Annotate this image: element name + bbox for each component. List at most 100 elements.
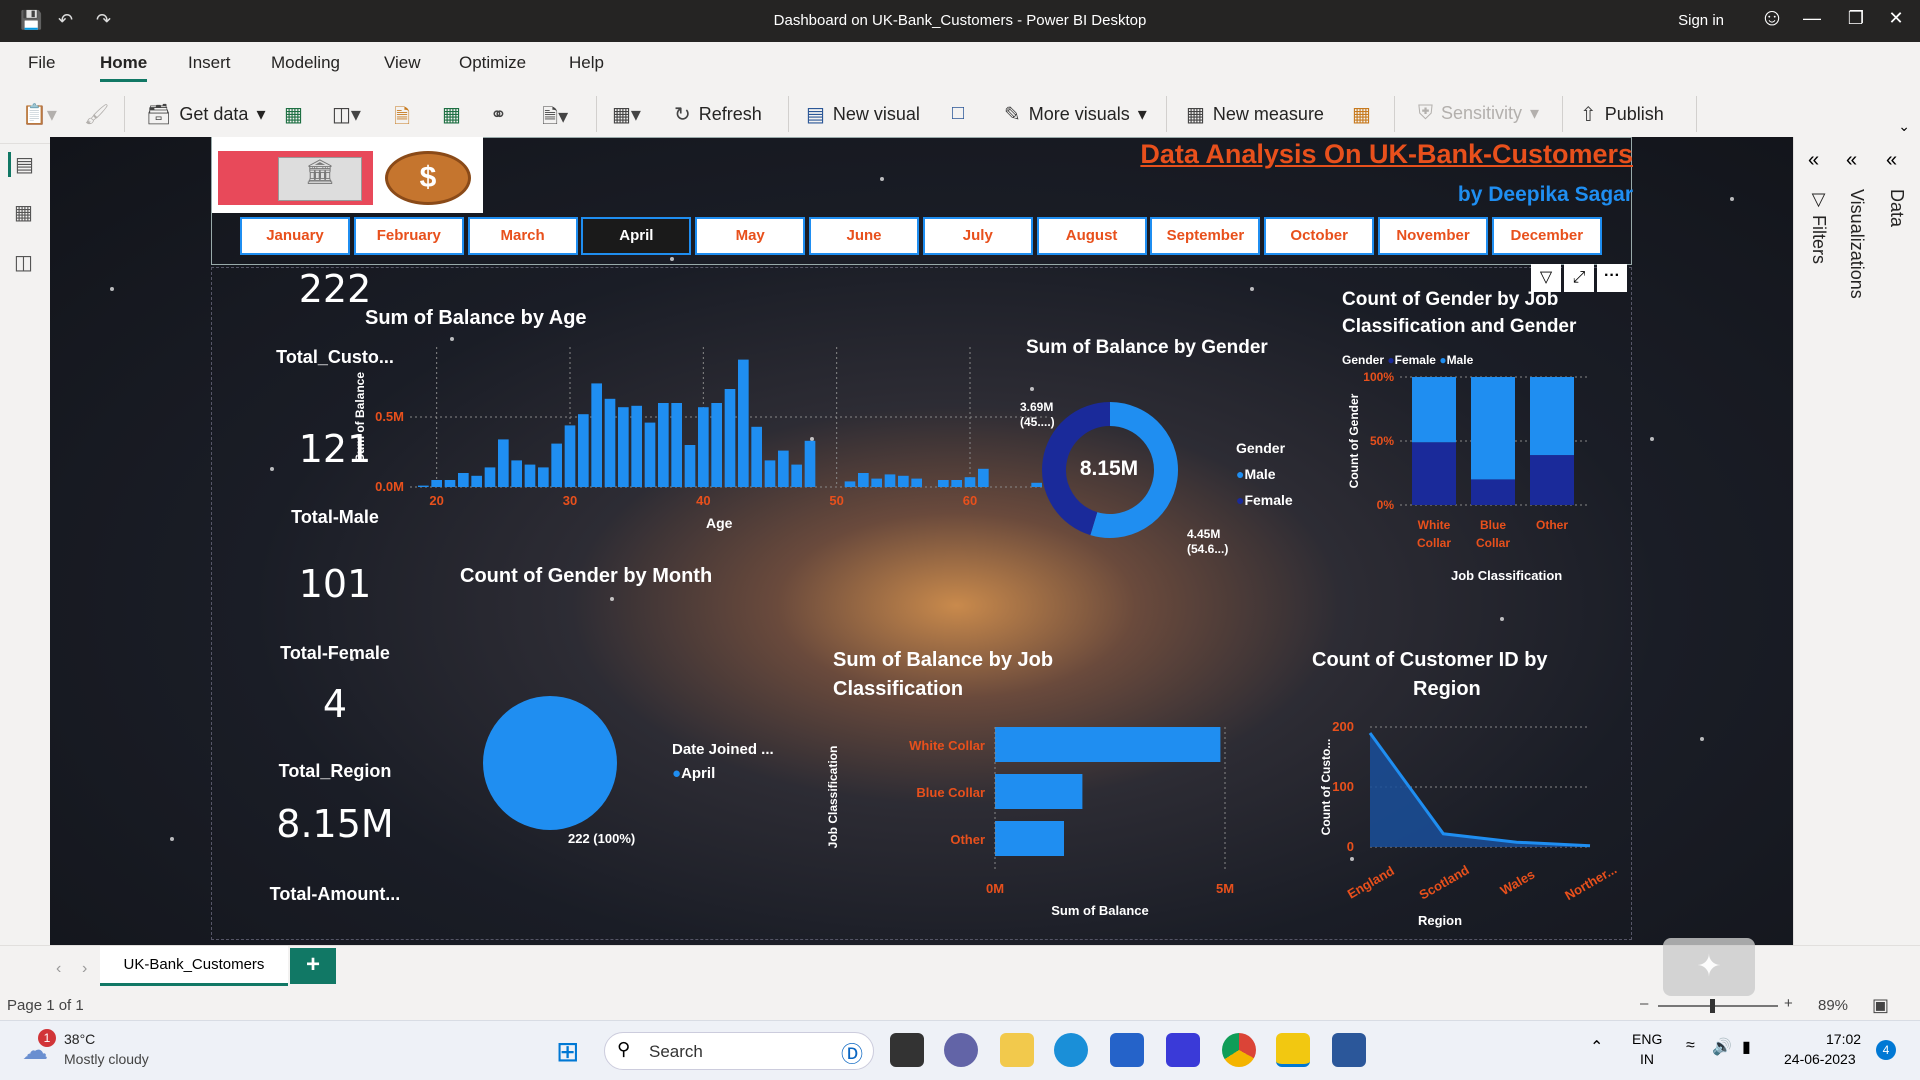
stacked-bar-male[interactable]	[1412, 377, 1456, 443]
menu-file[interactable]: File	[28, 53, 55, 73]
refresh-button[interactable]: ↻ Refresh	[674, 102, 762, 127]
collapse-filters-icon[interactable]: «	[1808, 149, 1819, 172]
stacked-bar-male[interactable]	[1530, 377, 1574, 456]
age-bar[interactable]	[618, 407, 629, 487]
month-button-december[interactable]: December	[1491, 217, 1602, 255]
table-view-icon[interactable]: ▦	[14, 200, 33, 225]
taskbar-search-box[interactable]: ⚲ Search Ⓓ	[604, 1032, 874, 1070]
age-bar[interactable]	[751, 426, 762, 487]
age-bar[interactable]	[938, 480, 949, 487]
age-bar[interactable]	[658, 403, 669, 487]
close-button[interactable]: ✕	[1876, 8, 1916, 29]
enter-data-button[interactable]: ▦	[442, 102, 461, 127]
zoom-slider[interactable]	[1658, 999, 1778, 1013]
age-bar[interactable]	[911, 478, 922, 487]
report-view-icon[interactable]: ▤	[8, 152, 34, 177]
collapse-data-icon[interactable]: «	[1886, 149, 1897, 172]
menu-help[interactable]: Help	[569, 53, 604, 73]
age-bar[interactable]	[431, 480, 442, 487]
month-button-september[interactable]: September	[1150, 217, 1261, 255]
age-bar[interactable]	[644, 422, 656, 487]
pie-slice-april[interactable]	[483, 696, 617, 830]
teams-icon[interactable]	[944, 1033, 978, 1067]
focus-mode-icon[interactable]: ⤢	[1564, 264, 1594, 292]
lang-primary[interactable]: ENG	[1632, 1031, 1662, 1047]
age-bar[interactable]	[524, 464, 536, 487]
recent-sources-button[interactable]: ⚭	[490, 102, 507, 127]
age-bar[interactable]	[898, 475, 909, 487]
age-bar[interactable]	[964, 477, 976, 487]
age-bar[interactable]	[498, 439, 509, 487]
month-button-november[interactable]: November	[1378, 217, 1488, 255]
age-bar[interactable]	[671, 403, 682, 487]
transform-data-button[interactable]: 🗎▾	[542, 102, 568, 136]
more-options-icon[interactable]: ···	[1597, 264, 1627, 292]
age-bar[interactable]	[858, 473, 869, 487]
age-bar[interactable]	[484, 467, 496, 487]
age-bar[interactable]	[764, 460, 776, 487]
menu-home[interactable]: Home	[100, 53, 148, 82]
minimize-button[interactable]: —	[1792, 8, 1832, 29]
stacked-bar-female[interactable]	[1530, 455, 1574, 505]
age-bar[interactable]	[591, 383, 602, 487]
visualizations-pane-tab[interactable]: Visualizations	[1846, 189, 1867, 299]
stacked-bar-female[interactable]	[1471, 479, 1515, 505]
fit-to-page-icon[interactable]: ▣	[1872, 995, 1889, 1016]
age-bar[interactable]	[738, 359, 749, 487]
report-canvas[interactable]: 🏛 $ Data Analysis On UK-Bank-Customers b…	[50, 137, 1793, 945]
windows-start-icon[interactable]: ⊞	[556, 1035, 579, 1068]
collapse-ribbon-icon[interactable]: ⌄	[1898, 118, 1910, 135]
job-bar[interactable]	[995, 821, 1064, 856]
month-button-march[interactable]: March	[467, 217, 578, 255]
month-button-august[interactable]: August	[1036, 217, 1147, 255]
paste-button[interactable]: 📋▾	[22, 102, 57, 127]
next-page-icon[interactable]: ›	[82, 960, 87, 978]
age-bar[interactable]	[711, 403, 722, 487]
age-bar[interactable]	[578, 414, 589, 487]
copilot-overlay[interactable]: ✦	[1663, 938, 1755, 996]
model-view-icon[interactable]: ◫	[14, 250, 33, 275]
chrome-icon[interactable]	[1222, 1033, 1256, 1067]
data-pane-tab[interactable]: Data	[1886, 189, 1907, 227]
region-area-fill[interactable]	[1370, 733, 1590, 847]
month-button-october[interactable]: October	[1264, 217, 1375, 255]
menu-view[interactable]: View	[384, 53, 421, 73]
zoom-out-button[interactable]: –	[1640, 995, 1648, 1012]
battery-icon[interactable]: ▮	[1742, 1037, 1751, 1057]
job-bar-chart[interactable]: White Collar Blue Collar Other 0M 5M Sum of B…	[825, 717, 1285, 917]
age-bar[interactable]	[778, 450, 789, 487]
quick-measure-button[interactable]: ▦	[1352, 102, 1371, 127]
zoom-in-button[interactable]: +	[1784, 995, 1793, 1012]
text-box-button[interactable]: □	[952, 102, 964, 125]
add-page-button[interactable]: +	[290, 948, 336, 984]
notification-badge[interactable]: 4	[1876, 1040, 1896, 1060]
prev-page-icon[interactable]: ‹	[56, 960, 61, 978]
new-measure-button[interactable]: ▦ New measure	[1186, 102, 1324, 127]
job-gender-stacked-chart[interactable]: 100% 50% 0% White Collar Blue Collar Other Count…	[1340, 371, 1600, 581]
transform-button[interactable]: ▦▾	[612, 102, 641, 127]
filter-icon[interactable]: ▽	[1531, 264, 1561, 292]
region-area-chart[interactable]: 200 100 0 England Scotland Wales Norther... Reg…	[1270, 707, 1630, 937]
file-explorer-icon[interactable]	[1000, 1033, 1034, 1067]
age-bar[interactable]	[631, 405, 642, 487]
get-data-button[interactable]: 🗃 Get data ▾	[146, 102, 265, 127]
job-bar[interactable]	[995, 727, 1221, 762]
age-bar[interactable]	[844, 481, 856, 487]
stacked-bar-female[interactable]	[1412, 442, 1456, 505]
power-bi-icon[interactable]	[1276, 1033, 1310, 1067]
stacked-bar-male[interactable]	[1471, 377, 1515, 480]
age-bar[interactable]	[564, 425, 576, 487]
age-bar[interactable]	[724, 389, 736, 487]
age-bar[interactable]	[698, 407, 709, 487]
onelake-button[interactable]: ◫▾	[332, 102, 361, 127]
new-visual-button[interactable]: ▤ New visual	[806, 102, 920, 127]
sign-in-button[interactable]: Sign in	[1678, 12, 1724, 29]
restore-button[interactable]: ❐	[1836, 8, 1876, 29]
format-painter-button[interactable]: 🖌	[84, 102, 109, 127]
age-bar[interactable]	[884, 474, 896, 487]
age-bar[interactable]	[551, 443, 562, 487]
age-bar[interactable]	[458, 473, 469, 487]
age-bar[interactable]	[538, 467, 549, 487]
month-button-may[interactable]: May	[695, 217, 806, 255]
age-bar[interactable]	[604, 398, 616, 487]
